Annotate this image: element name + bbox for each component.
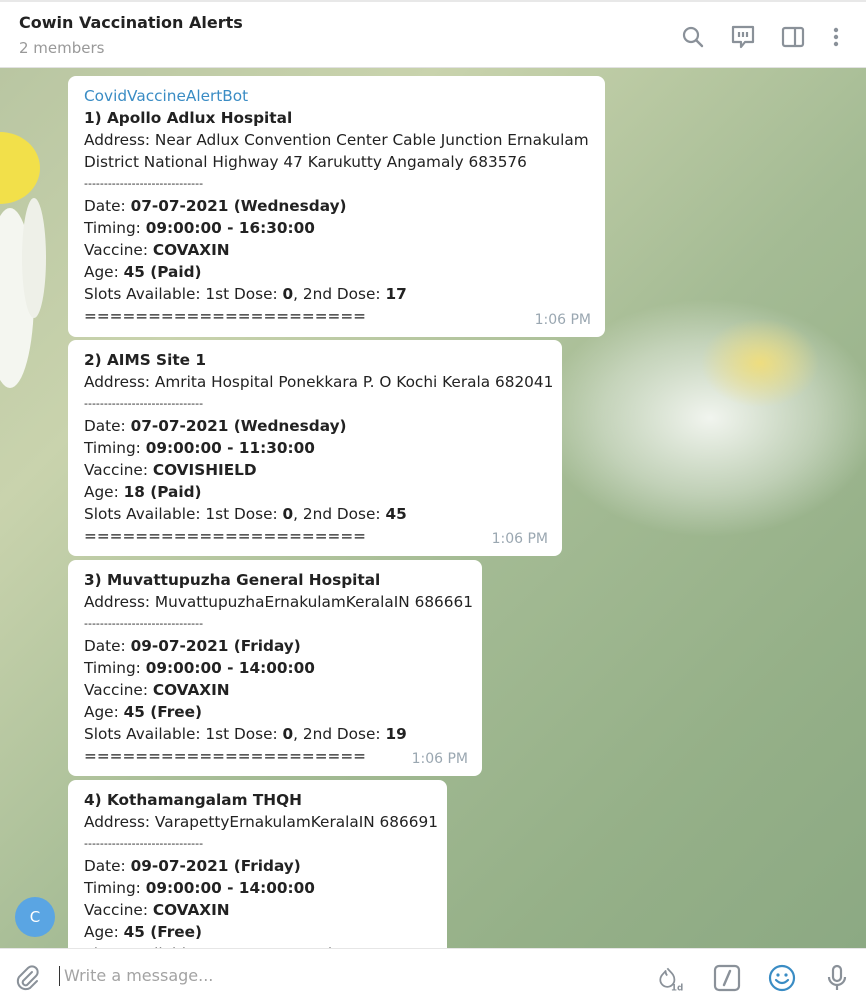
message-input[interactable]: Write a message... [59,966,213,986]
chat-header: Cowin Vaccination Alerts 2 members [0,0,866,68]
date-label: Date: [84,637,131,655]
timing-value: 09:00:00 - 14:00:00 [145,659,315,677]
timer-icon[interactable]: 1d [655,963,685,993]
search-icon[interactable] [680,24,706,50]
member-count[interactable]: 2 members [19,39,105,57]
vaccine-value: COVISHIELD [152,461,257,479]
chat-title[interactable]: Cowin Vaccination Alerts [19,13,243,32]
separator: ====================== [84,527,366,545]
message-time: 1:06 PM [411,751,468,767]
vaccine-label: Vaccine: [84,241,153,259]
center-name: 3) Muvattupuzha General Hospital [84,571,381,589]
center-name: 2) AIMS Site 1 [84,351,206,369]
age-label: Age: [84,923,124,941]
date-label: Date: [84,197,131,215]
address-line: Address: Near Adlux Convention Center Ca… [84,131,589,149]
separator: ====================== [84,747,366,765]
age-value: 45 [123,703,145,721]
dose1-value: 0 [282,505,294,523]
center-name: 1) Apollo Adlux Hospital [84,109,293,127]
vaccine-value: COVAXIN [152,681,230,699]
slots-label: Slots Available: 1st Dose: [84,505,283,523]
address-line: Address: VarapettyErnakulamKeralaIN 6866… [84,813,438,831]
date-value: 07-07-2021 (Wednesday) [130,197,347,215]
timing-label: Timing: [84,879,146,897]
date-label: Date: [84,417,131,435]
dose2-label: , 2nd Dose: [293,285,386,303]
age-label: Age: [84,483,124,501]
address-line: Address: MuvattupuzhaErnakulamKeralaIN 6… [84,593,473,611]
dose2-label: , 2nd Dose: [293,725,386,743]
vaccine-value: COVAXIN [152,901,230,919]
dose2-value: 19 [385,725,407,743]
attach-icon[interactable] [12,963,42,993]
timing-label: Timing: [84,439,146,457]
slots-label: Slots Available: 1st Dose: [84,285,283,303]
message-time: 1:06 PM [491,531,548,547]
date-value: 07-07-2021 (Wednesday) [130,417,347,435]
sender-name[interactable]: CovidVaccineAlertBot [84,85,589,107]
command-icon[interactable] [712,963,742,993]
age-value: 18 [123,483,145,501]
timing-value: 09:00:00 - 14:00:00 [145,879,315,897]
background-flower-center [700,318,820,408]
more-icon[interactable] [826,24,846,50]
vaccine-label: Vaccine: [84,901,153,919]
vaccine-label: Vaccine: [84,461,153,479]
separator: ------------------------------ [84,397,204,410]
dose1-value: 0 [282,725,294,743]
vaccine-value: COVAXIN [152,241,230,259]
message-composer: Write a message... 1d [0,948,866,1006]
fee-value: (Paid) [144,263,202,281]
message-time: 1:06 PM [534,312,591,328]
message-bubble[interactable]: 2) AIMS Site 1 Address: Amrita Hospital … [68,340,562,556]
microphone-icon[interactable] [822,963,852,993]
message-bubble[interactable]: CovidVaccineAlertBot 1) Apollo Adlux Hos… [68,76,605,337]
dose2-value: 45 [385,505,407,523]
date-value: 09-07-2021 (Friday) [130,637,301,655]
center-name: 4) Kothamangalam THQH [84,791,302,809]
timing-label: Timing: [84,219,146,237]
fee-value: (Free) [144,923,202,941]
dose2-label: , 2nd Dose: [293,505,386,523]
age-label: Age: [84,263,124,281]
age-label: Age: [84,703,124,721]
date-value: 09-07-2021 (Friday) [130,857,301,875]
separator: ====================== [84,307,366,325]
timing-value: 09:00:00 - 16:30:00 [145,219,315,237]
separator: ------------------------------ [84,837,204,850]
age-value: 45 [123,263,145,281]
fee-value: (Paid) [144,483,202,501]
emoji-icon[interactable] [767,963,797,993]
fee-value: (Free) [144,703,202,721]
dose2-value: 17 [385,285,407,303]
dose1-value: 0 [282,285,294,303]
separator: ------------------------------ [84,617,204,630]
date-label: Date: [84,857,131,875]
age-value: 45 [123,923,145,941]
chat-icon[interactable] [730,24,756,50]
address-line: Address: Amrita Hospital Ponekkara P. O … [84,373,554,391]
avatar[interactable]: C [15,897,55,937]
slots-label: Slots Available: 1st Dose: [84,725,283,743]
sidebar-icon[interactable] [780,24,806,50]
separator: ------------------------------ [84,177,204,190]
svg-text:1d: 1d [671,983,683,993]
message-bubble[interactable]: 3) Muvattupuzha General Hospital Address… [68,560,482,776]
address-line: District National Highway 47 Karukutty A… [84,153,527,171]
timing-value: 09:00:00 - 11:30:00 [145,439,315,457]
timing-label: Timing: [84,659,146,677]
vaccine-label: Vaccine: [84,681,153,699]
